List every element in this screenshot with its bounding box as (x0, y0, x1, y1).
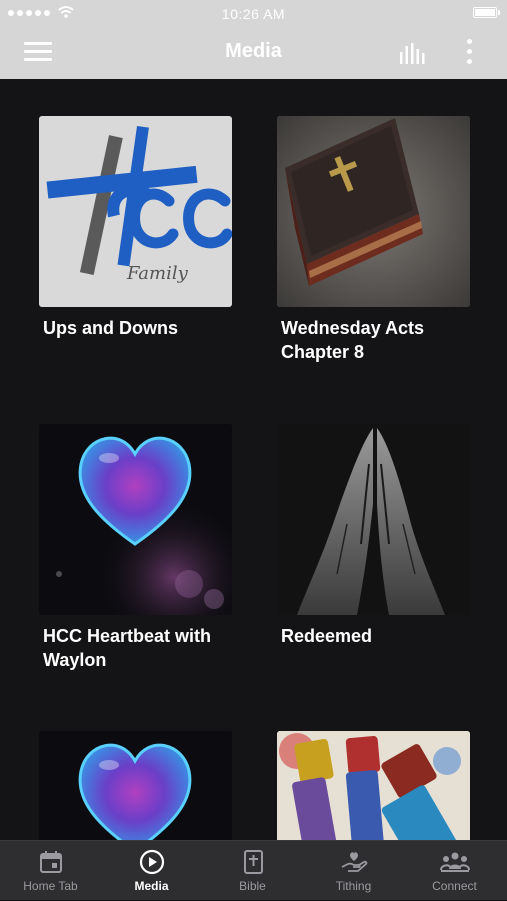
audio-bars-icon[interactable] (399, 42, 429, 64)
status-bar: 10:26 AM (0, 0, 507, 26)
media-card[interactable] (277, 731, 470, 840)
nav-header: Media (0, 26, 507, 79)
media-card-title: Redeemed (281, 626, 373, 646)
media-card[interactable]: Redeemed (277, 424, 470, 648)
tab-bible[interactable]: Bible (202, 841, 303, 901)
tab-label: Connect (432, 879, 477, 893)
group-icon (439, 852, 470, 872)
tab-home[interactable]: Home Tab (0, 841, 101, 901)
paint-brushes-image (277, 731, 470, 840)
tab-label: Tithing (335, 879, 372, 893)
tab-label: Media (134, 879, 169, 893)
hand-heart-icon (341, 852, 367, 872)
logo-family-text: Family (126, 263, 189, 284)
media-card-title: HCC Heartbeat with Waylon (43, 626, 212, 670)
media-card[interactable]: Wednesday Acts Chapter 8 (277, 116, 470, 364)
battery-icon (473, 7, 500, 18)
tab-label: Home Tab (23, 879, 78, 893)
bible-book-image (277, 116, 470, 307)
media-card[interactable]: Family Ups and Downs (39, 116, 232, 340)
media-card[interactable] (39, 731, 232, 840)
tab-tithing[interactable]: Tithing (303, 841, 404, 901)
tab-bar: Home Tab Media Bible Tithing Connect (0, 840, 507, 900)
tab-media[interactable]: Media (101, 841, 202, 901)
praying-hands-image (277, 424, 470, 615)
media-card-title: Ups and Downs (43, 318, 179, 338)
play-circle-icon (139, 849, 164, 875)
glass-heart-image (39, 731, 232, 840)
tab-connect[interactable]: Connect (404, 841, 505, 901)
more-options-icon[interactable] (465, 38, 475, 66)
media-grid: Family Ups and Downs Wednesday Acts Chap… (0, 79, 507, 840)
calendar-icon (39, 851, 62, 873)
glass-heart-image (39, 424, 232, 615)
tab-label: Bible (239, 879, 266, 893)
hcc-family-logo: Family (39, 116, 232, 307)
media-card[interactable]: HCC Heartbeat with Waylon (39, 424, 232, 672)
status-time: 10:26 AM (221, 6, 286, 22)
bible-icon (243, 850, 263, 874)
page-title: Media (225, 40, 282, 62)
media-card-title: Wednesday Acts Chapter 8 (281, 318, 425, 362)
